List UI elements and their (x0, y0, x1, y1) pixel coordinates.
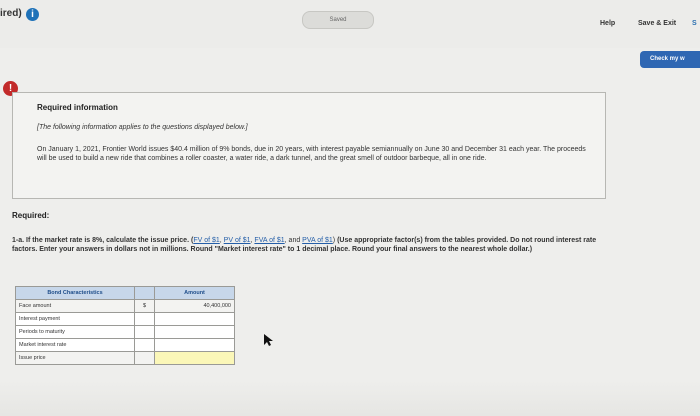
header-bond-characteristics: Bond Characteristics (15, 286, 135, 300)
table-row: Interest payment (15, 312, 235, 326)
required-tab-label[interactable]: ired) (0, 8, 22, 19)
bond-table: Bond Characteristics Amount Face amount … (15, 286, 235, 365)
row-currency: $ (134, 299, 155, 313)
periods-to-maturity-input[interactable] (154, 325, 235, 339)
face-amount-value: 40,400,000 (154, 299, 235, 313)
help-link[interactable]: Help (600, 20, 615, 27)
issue-price-input[interactable] (154, 351, 235, 365)
row-label: Periods to maturity (15, 325, 135, 339)
fv-link[interactable]: FV of $1 (193, 237, 219, 244)
pv-link[interactable]: PV of $1 (224, 237, 251, 244)
save-exit-link[interactable]: Save & Exit (638, 20, 676, 27)
pva-link[interactable]: PVA of $1 (302, 237, 333, 244)
table-row: Market interest rate (15, 338, 235, 352)
row-label: Issue price (15, 351, 135, 365)
question-prefix: 1-a. If the market rate is 8%, calculate… (12, 237, 194, 244)
check-my-work-button[interactable]: Check my w (640, 51, 700, 68)
table-row: Periods to maturity (15, 325, 235, 339)
saved-status-badge: Saved (302, 11, 374, 29)
header-amount: Amount (154, 286, 235, 300)
info-title: Required information (37, 103, 118, 112)
submit-link-cut[interactable]: S (692, 20, 697, 27)
info-paragraph: On January 1, 2021, Frontier World issue… (37, 146, 586, 162)
info-note: [The following information applies to th… (37, 124, 248, 131)
mouse-cursor-icon (264, 334, 273, 346)
interest-payment-input[interactable] (154, 312, 235, 326)
required-information-box: Required information [The following info… (12, 92, 606, 199)
page-footer-area (0, 380, 700, 416)
link-separator: , and (284, 237, 303, 244)
header-spacer (134, 286, 155, 300)
question-text: 1-a. If the market rate is 8%, calculate… (12, 236, 597, 254)
top-bar: ired) i Saved Help Save & Exit S (0, 0, 700, 48)
table-header-row: Bond Characteristics Amount (15, 286, 235, 300)
table-row: Face amount $ 40,400,000 (15, 299, 235, 313)
row-currency (134, 338, 155, 352)
info-icon[interactable]: i (26, 8, 39, 21)
row-currency (134, 312, 155, 326)
row-label: Interest payment (15, 312, 135, 326)
required-heading: Required: (12, 211, 50, 220)
fva-link[interactable]: FVA of $1 (254, 237, 284, 244)
row-currency (134, 325, 155, 339)
row-label: Market interest rate (15, 338, 135, 352)
market-interest-rate-input[interactable] (154, 338, 235, 352)
row-label: Face amount (15, 299, 135, 313)
table-row: Issue price (15, 351, 235, 365)
row-currency (134, 351, 155, 365)
